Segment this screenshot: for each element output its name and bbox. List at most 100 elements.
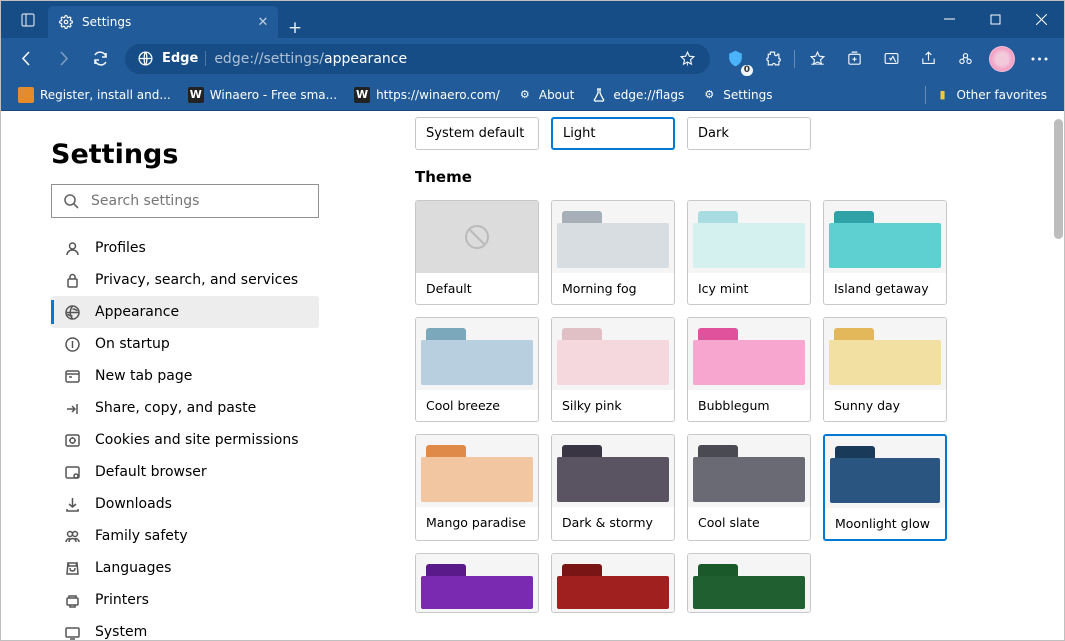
nav-label: New tab page (95, 368, 192, 384)
nav-icon (63, 336, 81, 353)
profile-avatar[interactable] (985, 43, 1019, 75)
nav-icon (63, 464, 81, 481)
new-tab-button[interactable]: + (278, 14, 312, 38)
nav-icon (63, 592, 81, 609)
theme-label: Default (416, 273, 538, 304)
scrollbar-thumb[interactable] (1054, 119, 1063, 239)
favorites-button[interactable] (800, 43, 834, 75)
collections-button[interactable] (837, 43, 871, 75)
maximize-button[interactable] (972, 1, 1018, 38)
theme-moonlight-glow[interactable]: Moonlight glow (823, 434, 947, 541)
theme-label: Mango paradise (416, 507, 538, 538)
page-title: Settings (51, 139, 353, 170)
window-close-button[interactable] (1018, 1, 1064, 38)
sidebar-item-appearance[interactable]: Appearance (51, 296, 319, 328)
mode-dark[interactable]: Dark (687, 117, 811, 150)
screenshot-button[interactable] (874, 43, 908, 75)
performance-button[interactable] (948, 43, 982, 75)
settings-content: Settings Profiles Privacy, search, and se… (1, 111, 1064, 640)
sidebar-item-system[interactable]: System (51, 616, 319, 640)
sidebar-item-downloads[interactable]: Downloads (51, 488, 319, 520)
sidebar-item-share-copy-and-paste[interactable]: Share, copy, and paste (51, 392, 319, 424)
theme-bubblegum[interactable]: Bubblegum (687, 317, 811, 422)
flask-icon (591, 87, 607, 103)
mode-light[interactable]: Light (551, 117, 675, 150)
theme-default[interactable]: Default (415, 200, 539, 305)
nav-label: Downloads (95, 496, 172, 512)
bookmark-item[interactable]: WWinaero - Free sma... (181, 84, 344, 106)
sidebar-item-new-tab-page[interactable]: New tab page (51, 360, 319, 392)
theme-label: Moonlight glow (825, 508, 945, 539)
nav-icon (63, 496, 81, 513)
theme-label: Icy mint (688, 273, 810, 304)
theme-silky-pink[interactable]: Silky pink (551, 317, 675, 422)
nav-label: Share, copy, and paste (95, 400, 256, 416)
search-input[interactable] (91, 193, 306, 209)
theme-label: Dark & stormy (552, 507, 674, 538)
address-label: Edge (162, 51, 206, 66)
sidebar-item-privacy-search-and-services[interactable]: Privacy, search, and services (51, 264, 319, 296)
close-icon[interactable]: ✕ (255, 15, 271, 30)
settings-main: System default Light Dark Theme Default Mor… (353, 111, 1064, 640)
search-settings[interactable] (51, 184, 319, 218)
nav-icon (63, 304, 81, 321)
nav-icon (63, 272, 81, 289)
sidebar-item-printers[interactable]: Printers (51, 584, 319, 616)
theme-partial[interactable] (551, 553, 675, 613)
site-identity-icon[interactable] (137, 50, 154, 67)
nav-label: Privacy, search, and services (95, 272, 298, 288)
sidebar-item-family-safety[interactable]: Family safety (51, 520, 319, 552)
theme-partial[interactable] (415, 553, 539, 613)
theme-icy-mint[interactable]: Icy mint (687, 200, 811, 305)
nav-icon (63, 528, 81, 545)
menu-button[interactable] (1022, 43, 1056, 75)
theme-cool-slate[interactable]: Cool slate (687, 434, 811, 541)
bookmark-item[interactable]: Whttps://winaero.com/ (347, 84, 507, 106)
bookmark-item[interactable]: edge://flags (584, 84, 691, 106)
bookmark-item[interactable]: ⚙About (510, 84, 581, 106)
extensions-menu-icon[interactable] (755, 43, 789, 75)
theme-mango-paradise[interactable]: Mango paradise (415, 434, 539, 541)
bookmark-item[interactable]: Register, install and... (11, 84, 178, 106)
gear-icon (58, 15, 74, 29)
address-bar[interactable]: Edge edge://settings/appearance (125, 44, 710, 74)
nav-icon (63, 432, 81, 449)
theme-label: Cool breeze (416, 390, 538, 421)
browser-tab[interactable]: Settings ✕ (48, 6, 278, 38)
nav-label: On startup (95, 336, 170, 352)
share-button[interactable] (911, 43, 945, 75)
titlebar: Settings ✕ + (1, 1, 1064, 38)
theme-label: Sunny day (824, 390, 946, 421)
tab-actions-button[interactable] (8, 1, 48, 38)
theme-partial[interactable] (687, 553, 811, 613)
theme-morning-fog[interactable]: Morning fog (551, 200, 675, 305)
nav-icon (63, 560, 81, 577)
theme-cool-breeze[interactable]: Cool breeze (415, 317, 539, 422)
mode-system-default[interactable]: System default (415, 117, 539, 150)
favorite-star-icon[interactable] (670, 43, 704, 75)
nav-icon (63, 624, 81, 641)
sidebar-item-profiles[interactable]: Profiles (51, 232, 319, 264)
nav-label: Languages (95, 560, 171, 576)
sidebar-item-languages[interactable]: Languages (51, 552, 319, 584)
nav-icon (63, 240, 81, 257)
sidebar-item-cookies-and-site-permissions[interactable]: Cookies and site permissions (51, 424, 319, 456)
theme-island-getaway[interactable]: Island getaway (823, 200, 947, 305)
tab-title: Settings (82, 15, 247, 29)
other-favorites[interactable]: ▮Other favorites (916, 83, 1054, 107)
sidebar-item-on-startup[interactable]: On startup (51, 328, 319, 360)
theme-sunny-day[interactable]: Sunny day (823, 317, 947, 422)
minimize-button[interactable] (926, 1, 972, 38)
sidebar-item-default-browser[interactable]: Default browser (51, 456, 319, 488)
back-button[interactable] (9, 43, 43, 75)
theme-heading: Theme (415, 168, 1050, 186)
bookmark-item[interactable]: ⚙Settings (694, 84, 779, 106)
extension-button[interactable]: 0 (718, 43, 752, 75)
theme-dark-stormy[interactable]: Dark & stormy (551, 434, 675, 541)
address-url: edge://settings/appearance (214, 51, 662, 67)
forward-button[interactable] (46, 43, 80, 75)
nav-label: Profiles (95, 240, 146, 256)
gear-icon: ⚙ (517, 87, 533, 103)
refresh-button[interactable] (83, 43, 117, 75)
settings-sidebar: Settings Profiles Privacy, search, and se… (1, 111, 353, 640)
